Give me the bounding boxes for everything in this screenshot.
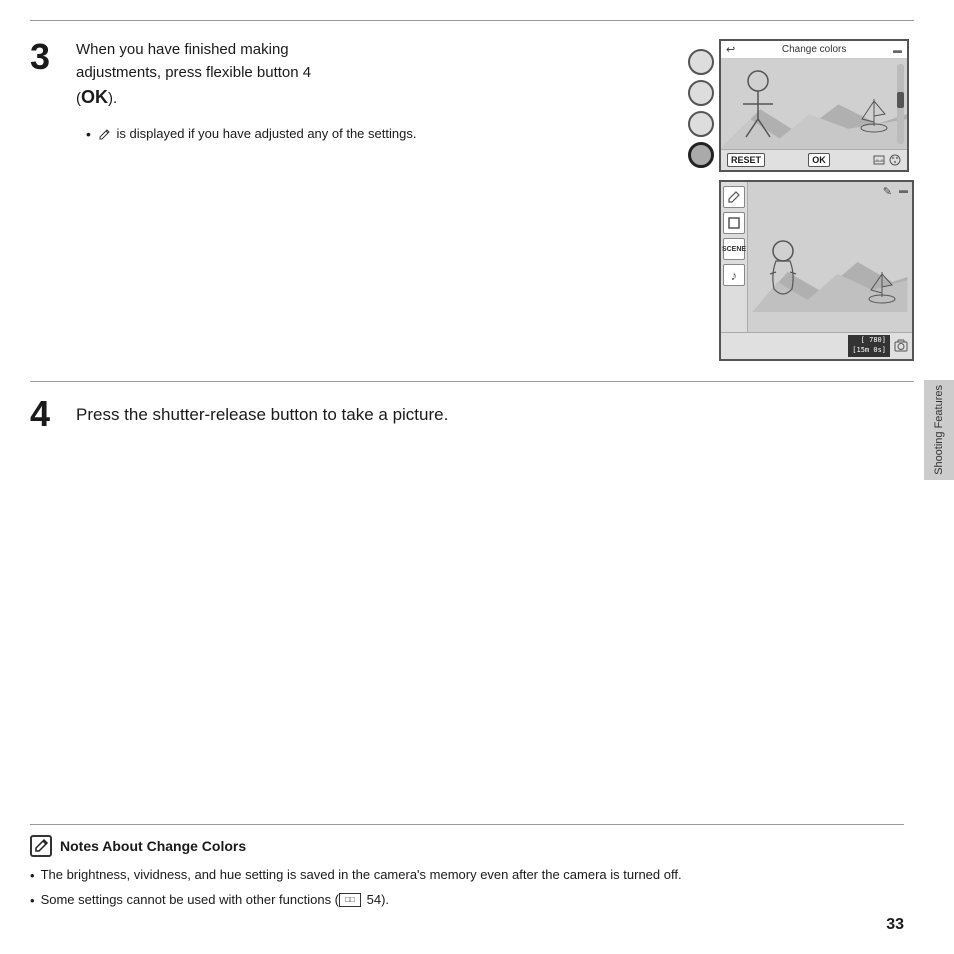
sailboat-svg-top [857, 94, 892, 134]
step3-text: When you have finished making adjustment… [76, 39, 678, 111]
left-sidebar: SCENE ♪ [721, 182, 748, 332]
step4-text: Press the shutter-release button to take… [76, 402, 448, 428]
section-divider [30, 381, 914, 382]
notes-bullet-1-text: The brightness, vividness, and hue setti… [41, 865, 682, 885]
pencil-sidebar-icon [727, 190, 741, 204]
person-svg-bottom [756, 239, 811, 314]
notes-title: Notes About Change Colors [60, 838, 246, 854]
side-tab-text: Shooting Features [933, 385, 945, 475]
step3-text-line1: When you have finished making [76, 41, 289, 58]
camera-buttons [688, 39, 714, 168]
notes-bullet-2: • Some settings cannot be used with othe… [30, 890, 904, 911]
sb-scene-icon[interactable]: SCENE [723, 238, 745, 260]
info-bar-bottom: [ 780][15m 0s] [721, 332, 912, 359]
step3-text-line3-after: ). [108, 90, 117, 107]
sailboat-svg-bottom [865, 267, 900, 307]
screen-bottom-inner: SCENE ♪ ✎ ▬ [721, 182, 912, 332]
change-colors-bar: ↩ Change colors ▬ [721, 41, 907, 59]
notes-bullet-2-text: Some settings cannot be used with other … [41, 890, 389, 910]
main-scene-bottom: ✎ ▬ [748, 182, 912, 332]
slider-bar[interactable] [897, 64, 904, 144]
side-tab: Shooting Features [924, 380, 954, 480]
person-svg-top [731, 69, 786, 144]
back-arrow-icon: ↩ [726, 43, 735, 56]
step3-bullet-text: is displayed if you have adjusted any of… [117, 126, 417, 141]
reset-button[interactable]: RESET [727, 153, 765, 167]
notes-section: Notes About Change Colors • The brightne… [30, 824, 904, 914]
page-number: 33 [886, 916, 904, 934]
frame-icon [727, 216, 741, 230]
note-pencil-icon [33, 838, 49, 854]
notes-bullet-1: • The brightness, vividness, and hue set… [30, 865, 904, 886]
screens-area: ↩ Change colors ▬ [688, 39, 914, 361]
step3-section: 3 When you have finished making adjustme… [30, 39, 914, 361]
step4-number: 4 [30, 396, 60, 432]
image-icon [873, 154, 885, 166]
notes-title-row: Notes About Change Colors [30, 835, 904, 857]
book-ref-icon: □□ [339, 893, 361, 907]
cam-btn-1 [688, 49, 714, 75]
cam-btn-3 [688, 111, 714, 137]
camera-shutter-icon [894, 339, 908, 353]
step4-section: 4 Press the shutter-release button to ta… [30, 396, 914, 432]
counter-box: [ 780][15m 0s] [848, 335, 890, 357]
page-container: 3 When you have finished making adjustme… [0, 0, 954, 954]
sb-frame-icon[interactable] [723, 212, 745, 234]
step3-ok: OK [81, 87, 108, 107]
step3-text-line2: adjustments, press flexible button 4 [76, 64, 311, 81]
notes-border [30, 824, 904, 825]
bottom-toolbar: RESET OK [721, 149, 907, 170]
step3-number: 3 [30, 39, 60, 75]
screen-top-display: ↩ Change colors ▬ [719, 39, 909, 172]
top-border [30, 20, 914, 21]
sb-pencil-icon[interactable] [723, 186, 745, 208]
ok-button[interactable]: OK [808, 153, 830, 167]
screen-top-wrapper: ↩ Change colors ▬ [688, 39, 914, 172]
bullet-dot: • [86, 125, 91, 145]
step3-content: When you have finished making adjustment… [76, 39, 678, 145]
slider-thumb [897, 92, 904, 108]
mini-icon: ▬ [893, 45, 902, 55]
palette-icon [889, 154, 901, 166]
change-colors-title: Change colors [782, 44, 846, 55]
pencil-top-right-icon: ✎ [883, 185, 892, 198]
mini-top-right-icon: ▬ [899, 185, 908, 195]
pencil-icon [97, 128, 111, 142]
notes-icon [30, 835, 52, 857]
cam-btn-4-highlighted [688, 142, 714, 168]
cam-btn-2 [688, 80, 714, 106]
scene-image-top [721, 59, 907, 149]
sb-music-icon[interactable]: ♪ [723, 264, 745, 286]
step3-bullet: • is displayed if you have adjusted any … [86, 125, 678, 145]
screen-bottom-display: SCENE ♪ ✎ ▬ [719, 180, 914, 361]
toolbar-icons [873, 154, 901, 166]
